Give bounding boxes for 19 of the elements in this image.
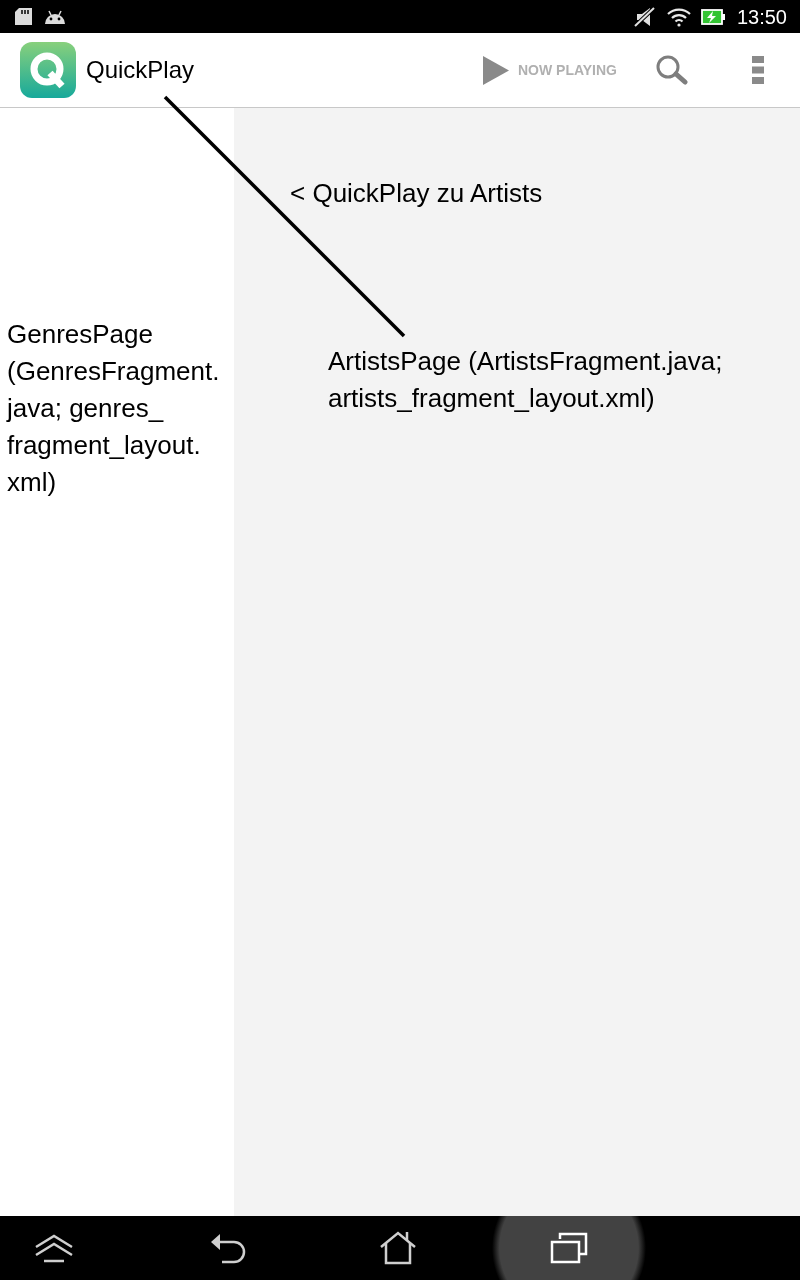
app-title: QuickPlay [86,55,195,85]
search-icon [656,55,688,85]
sd-card-icon [15,8,32,25]
page-label: ArtistsPage (ArtistsFragment.java; artists_fragment_layout.xml) [328,345,724,415]
recents-icon [550,1232,588,1264]
mute-icon [632,5,657,28]
nav-button[interactable] [492,1216,646,1280]
page-label: GenresPage (GenresFragment.java; genres_fragment_layout.xml) [7,318,221,499]
clock-time: 13:50 [736,6,787,27]
play-icon [482,55,509,85]
android-icon [44,9,66,24]
back-icon [210,1232,248,1264]
app-logo-icon [20,42,76,98]
annotation-label: < QuickPlay zu Artists [290,177,543,209]
wifi-icon [666,6,691,27]
more-icon [752,56,764,84]
battery-charging-icon [700,8,725,25]
double-chevron-icon [34,1233,74,1263]
home-icon [379,1231,417,1265]
